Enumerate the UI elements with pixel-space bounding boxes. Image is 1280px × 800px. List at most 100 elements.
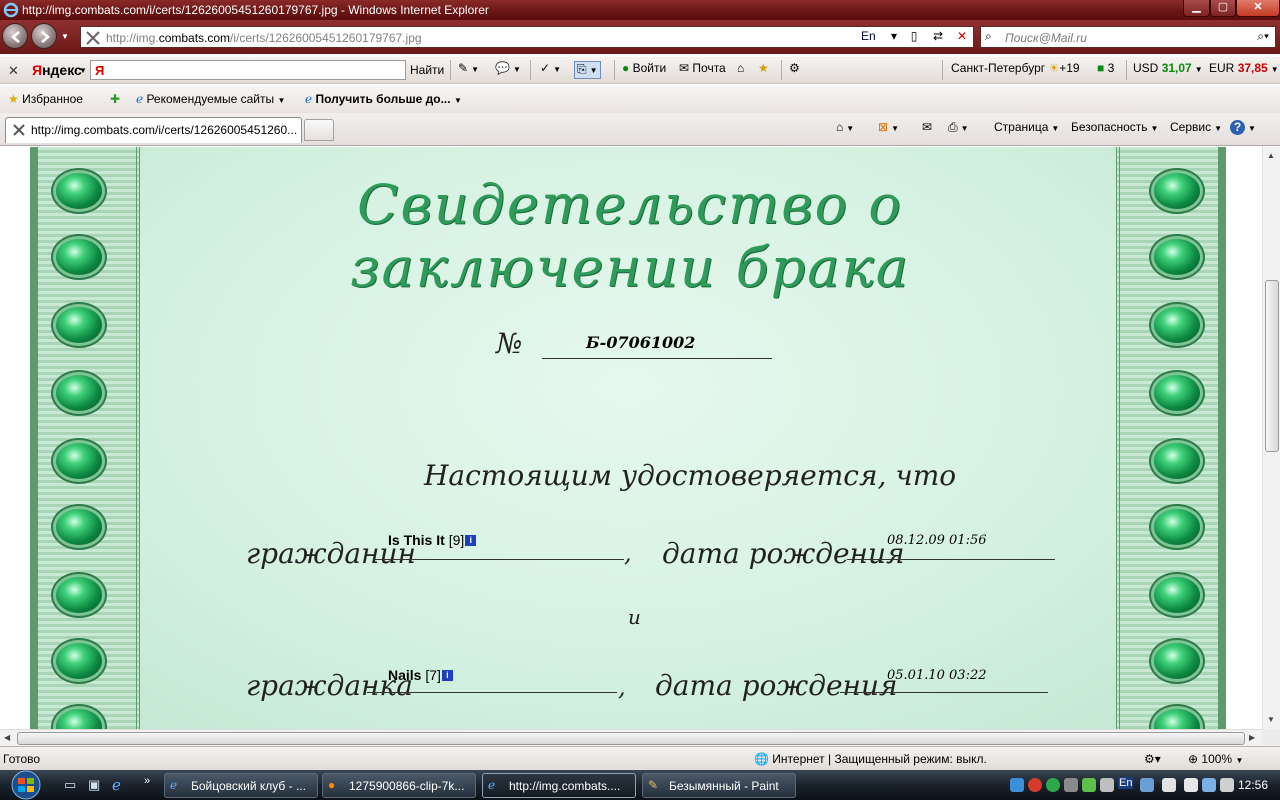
citizen-male-level: [9] — [448, 532, 465, 548]
bookmarks-icon[interactable]: ⌂ — [737, 61, 744, 79]
vertical-scroll-thumb[interactable] — [1265, 280, 1279, 452]
favorites-star-icon[interactable]: ★ — [758, 61, 769, 79]
minimize-button[interactable]: ▁ — [1183, 0, 1210, 17]
certificate-number: Б-07061002 — [586, 333, 696, 352]
scroll-left-arrow-icon[interactable]: ◀ — [4, 733, 10, 742]
print-button[interactable]: ⎙ ▼ — [948, 120, 969, 135]
birth-date-underline — [847, 559, 1055, 560]
weather-widget[interactable]: Санкт-Петербург ☀+19 — [951, 61, 1080, 79]
new-tab-button[interactable] — [304, 119, 334, 141]
taskbar-item[interactable]: ✎ Безымянный - Paint — [642, 773, 796, 798]
stop-icon[interactable]: ✕ — [953, 29, 971, 45]
mail-button[interactable]: ✉ Почта — [679, 61, 726, 79]
taskbar-clock[interactable]: 12:56 — [1238, 778, 1268, 792]
tray-language-indicator[interactable]: En — [1118, 777, 1134, 789]
search-input[interactable]: ⌕ Поиск@Mail.ru ⌕▾ — [980, 26, 1276, 48]
refresh-icon[interactable]: ⇄ — [929, 29, 947, 45]
taskbar-item-active[interactable]: ℯ http://img.combats.... — [482, 773, 636, 798]
yandex-menu-dropdown[interactable]: ▼ — [79, 66, 87, 75]
tray-display-icon[interactable] — [1162, 778, 1176, 792]
help-menu[interactable]: ? ▼ — [1230, 120, 1256, 135]
start-button[interactable] — [4, 770, 50, 800]
emerald-ornament — [56, 375, 102, 411]
scroll-down-arrow-icon[interactable]: ▼ — [1267, 715, 1275, 724]
favorites-star-icon: ★ — [8, 92, 19, 106]
recommended-sites-link[interactable]: ℯ Рекомендуемые сайты ▼ — [136, 92, 285, 106]
number-underline — [542, 358, 772, 359]
taskbar-item[interactable]: ● 1275900866-clip-7k... — [322, 773, 476, 798]
emerald-ornament — [56, 643, 102, 679]
page-menu[interactable]: Страница ▼ — [994, 120, 1059, 134]
feeds-button[interactable]: ⊠ ▼ — [878, 120, 899, 134]
tray-usb-icon[interactable] — [1100, 778, 1114, 792]
close-toolbar-icon[interactable]: ✕ — [8, 63, 19, 79]
translate-icon[interactable]: ⎘ ▼ — [574, 61, 601, 79]
scroll-right-arrow-icon[interactable]: ▶ — [1249, 733, 1255, 742]
language-indicator[interactable]: En — [861, 29, 876, 43]
maximize-button[interactable]: ▢ — [1210, 0, 1236, 17]
tools-menu[interactable]: Сервис ▼ — [1170, 120, 1222, 134]
settings-gear-icon[interactable]: ⚙ — [789, 61, 800, 79]
tray-network-status-icon[interactable] — [1202, 778, 1216, 792]
read-mail-icon[interactable]: ✉ — [922, 120, 932, 134]
tab-active[interactable]: http://img.combats.com/i/certs/126260054… — [5, 117, 302, 143]
birth-date-label: дата рождения — [662, 537, 905, 570]
certify-text: Настоящим удостоверяется, что — [424, 459, 957, 492]
eur-rate-widget[interactable]: EUR 37,85 ▼ — [1209, 61, 1279, 79]
yandex-search-input[interactable]: Я — [90, 60, 406, 80]
ie-quicklaunch-icon[interactable]: ℯ — [112, 776, 121, 794]
traffic-widget[interactable]: ■ 3 — [1097, 61, 1114, 79]
scroll-up-arrow-icon[interactable]: ▲ — [1267, 151, 1275, 160]
info-icon[interactable]: i — [465, 535, 477, 546]
url-text: http://img.combats.com/i/certs/126260054… — [106, 31, 422, 45]
tray-volume-icon[interactable] — [1220, 778, 1234, 792]
back-button[interactable] — [2, 23, 28, 49]
get-more-addons-link[interactable]: ℯ Получить больше до... ▼ — [305, 92, 462, 106]
tray-network-icon[interactable] — [1010, 778, 1024, 792]
citizen-female-name[interactable]: Nails — [388, 667, 421, 683]
yandex-logo[interactable]: Яндекс — [32, 62, 82, 78]
comments-icon[interactable]: 💬 ▼ — [495, 61, 521, 79]
protected-mode-icon[interactable]: ⚙▾ — [1144, 752, 1161, 766]
switch-windows-icon[interactable]: ▣ — [88, 777, 100, 793]
add-favorites-icon[interactable]: ✚ — [110, 92, 120, 106]
usd-rate-widget[interactable]: USD 31,07 ▼ — [1133, 61, 1203, 79]
spellcheck-icon[interactable]: ✓ ▼ — [540, 61, 561, 79]
quicklaunch-more-icon[interactable]: » — [144, 775, 150, 787]
tray-tool-icon[interactable] — [1064, 778, 1078, 792]
horizontal-scroll-thumb[interactable] — [17, 732, 1245, 745]
home-button[interactable]: ⌂ ▼ — [836, 120, 854, 134]
favorites-button[interactable]: ★ Избранное — [8, 92, 83, 106]
address-input[interactable]: http://img.combats.com/i/certs/126260054… — [80, 26, 974, 48]
search-icon[interactable]: ⌕▾ — [1257, 29, 1269, 44]
horizontal-scrollbar[interactable]: ◀ ▶ — [0, 729, 1262, 746]
taskbar-item[interactable]: ℯ Бойцовский клуб - ... — [164, 773, 318, 798]
forward-button[interactable] — [31, 23, 57, 49]
vertical-scrollbar[interactable]: ▲ ▼ — [1262, 147, 1280, 729]
info-icon[interactable]: i — [441, 670, 453, 681]
citizen-male-underline — [374, 559, 624, 560]
show-desktop-icon[interactable]: ▭ — [64, 777, 76, 793]
safety-menu[interactable]: Безопасность ▼ — [1071, 120, 1158, 134]
ie-logo-icon — [3, 2, 19, 18]
yandex-input-prefix: Я — [95, 63, 105, 78]
security-zone[interactable]: 🌐 Интернет | Защищенный режим: выкл. — [754, 752, 987, 766]
separator — [942, 60, 943, 80]
yandex-find-button[interactable]: Найти — [410, 63, 444, 77]
compatibility-view-icon[interactable]: ▯ — [905, 29, 923, 45]
tray-update-icon[interactable] — [1082, 778, 1096, 792]
recent-pages-dropdown[interactable]: ▼ — [61, 32, 69, 41]
highlighter-icon[interactable]: ✎ ▼ — [458, 61, 479, 79]
page-menu-label: Страница — [994, 120, 1049, 134]
tray-antivirus-icon[interactable] — [1028, 778, 1042, 792]
search-placeholder: Поиск@Mail.ru — [1005, 31, 1087, 45]
login-button[interactable]: ● Войти — [622, 61, 666, 79]
tray-battery-icon[interactable] — [1184, 778, 1198, 792]
tray-keyboard-icon[interactable] — [1140, 778, 1154, 792]
emerald-ornament — [56, 509, 102, 545]
zoom-control[interactable]: ⊕ 100% ▼ — [1188, 752, 1243, 766]
tray-icq-icon[interactable] — [1046, 778, 1060, 792]
citizen-male-name[interactable]: Is This It — [388, 532, 445, 548]
address-dropdown-icon[interactable]: ▾ — [885, 29, 903, 45]
close-window-button[interactable]: ✕ — [1236, 0, 1280, 17]
